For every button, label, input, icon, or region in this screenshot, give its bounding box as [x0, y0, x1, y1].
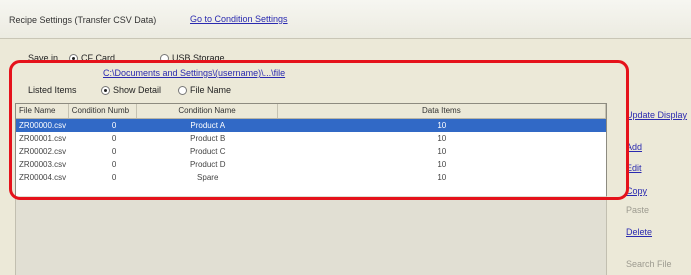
data-items-cell: 10: [437, 121, 447, 130]
folder-path-link[interactable]: C:\Documents and Settings\(username)\...…: [103, 68, 285, 78]
file-name-radio[interactable]: [178, 86, 187, 95]
window-title-bar: Recipe Settings (Transfer CSV Data) Go t…: [0, 0, 691, 39]
edit-link[interactable]: Edit: [626, 163, 642, 173]
file-list-table[interactable]: File Name Condition Numb Condition Name …: [15, 103, 607, 198]
table-row[interactable]: ZR00000.csv 0 Product A 10: [16, 119, 606, 132]
condition-number-cell: 0: [111, 134, 117, 143]
column-header-condition-name[interactable]: Condition Name: [137, 104, 278, 118]
update-display-link[interactable]: Update Display: [626, 110, 687, 120]
table-row[interactable]: ZR00002.csv 0 Product C 10: [16, 145, 606, 158]
go-to-condition-settings-link[interactable]: Go to Condition Settings: [190, 14, 288, 24]
file-name-cell: ZR00004.csv: [19, 173, 67, 182]
usb-storage-radio[interactable]: [160, 54, 169, 63]
data-items-cell: 10: [437, 134, 447, 143]
table-header: File Name Condition Numb Condition Name …: [16, 104, 606, 119]
condition-name-cell: Spare: [197, 173, 219, 182]
file-name-cell: ZR00002.csv: [19, 147, 67, 156]
data-items-cell: 10: [437, 160, 447, 169]
show-detail-radio[interactable]: [101, 86, 110, 95]
save-in-label: Save in: [28, 53, 59, 63]
show-detail-label: Show Detail: [113, 85, 162, 95]
condition-number-cell: 0: [111, 173, 117, 182]
data-items-cell: 10: [437, 147, 447, 156]
file-name-cell: ZR00003.csv: [19, 160, 67, 169]
delete-link[interactable]: Delete: [626, 227, 652, 237]
paste-link[interactable]: Paste: [626, 205, 649, 215]
list-empty-area: [15, 196, 607, 275]
table-row[interactable]: ZR00001.csv 0 Product B 10: [16, 132, 606, 145]
copy-link[interactable]: Copy: [626, 186, 647, 196]
condition-number-cell: 0: [111, 147, 117, 156]
listed-items-label: Listed Items: [28, 85, 77, 95]
file-name-option-label: File Name: [190, 85, 232, 95]
table-row[interactable]: ZR00003.csv 0 Product D 10: [16, 158, 606, 171]
column-header-data-items[interactable]: Data Items: [278, 104, 606, 118]
condition-name-cell: Product D: [189, 160, 226, 169]
condition-name-cell: Product B: [190, 134, 226, 143]
window-title: Recipe Settings (Transfer CSV Data): [9, 15, 157, 25]
condition-number-cell: 0: [111, 160, 117, 169]
add-link[interactable]: Add: [626, 142, 642, 152]
data-items-cell: 10: [437, 173, 447, 182]
table-row[interactable]: ZR00004.csv 0 Spare 10: [16, 171, 606, 184]
cf-card-label: CF Card: [81, 53, 116, 63]
usb-storage-label: USB Storage: [172, 53, 225, 63]
file-name-cell: ZR00001.csv: [19, 134, 67, 143]
condition-name-cell: Product A: [190, 121, 226, 130]
condition-number-cell: 0: [111, 121, 117, 130]
search-file-link[interactable]: Search File: [626, 259, 672, 269]
column-header-condition-number[interactable]: Condition Numb: [69, 104, 138, 118]
cf-card-radio[interactable]: [69, 54, 78, 63]
condition-name-cell: Product C: [189, 147, 226, 156]
file-name-cell: ZR00000.csv: [19, 121, 67, 130]
column-header-file-name[interactable]: File Name: [16, 104, 69, 118]
